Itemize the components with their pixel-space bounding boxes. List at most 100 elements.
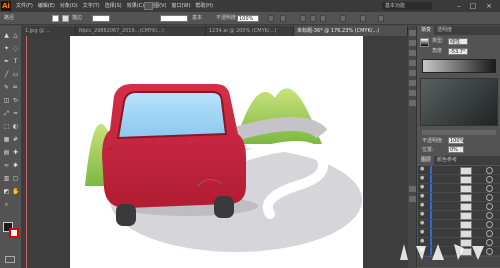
layer-row[interactable]: ● xyxy=(418,184,500,193)
target-icon[interactable] xyxy=(486,185,493,192)
gradient-stops-bar[interactable] xyxy=(422,130,496,135)
eye-icon[interactable]: ● xyxy=(420,221,426,226)
color-panel-icon[interactable] xyxy=(409,30,416,36)
paintbrush-tool-icon[interactable]: ✎ xyxy=(3,84,10,91)
scale-tool-icon[interactable]: ⤢ xyxy=(3,110,10,117)
recolor-icon[interactable] xyxy=(280,15,286,22)
eye-icon[interactable]: ● xyxy=(420,167,426,172)
tab-doc-active[interactable]: 未标题-36* @ 176.23% (CMYK/...) xyxy=(294,26,408,36)
gradient-slider[interactable] xyxy=(422,59,496,73)
tab-doc-3[interactable]: 1234.ai @ 200% (CMYK/...) xyxy=(206,26,294,36)
bridge-icon[interactable] xyxy=(144,2,153,10)
layer-row[interactable]: ● xyxy=(418,202,500,211)
target-icon[interactable] xyxy=(486,167,493,174)
hand-tool-icon[interactable]: ✋ xyxy=(12,188,19,195)
tab-doc-1[interactable]: 1.jpg @ ... xyxy=(22,26,76,36)
minimize-icon[interactable]: – xyxy=(454,1,464,11)
swatches-panel-icon[interactable] xyxy=(409,40,416,46)
magic-wand-tool-icon[interactable]: ✦ xyxy=(3,45,10,52)
slice-tool-icon[interactable]: ◩ xyxy=(3,188,10,195)
target-icon[interactable] xyxy=(486,212,493,219)
layer-row[interactable]: ● xyxy=(418,211,500,220)
arrange-icon[interactable] xyxy=(378,15,384,22)
brush-style-dropdown[interactable] xyxy=(160,15,188,22)
maximize-icon[interactable]: □ xyxy=(468,1,478,11)
line-tool-icon[interactable]: ╱ xyxy=(3,71,10,78)
menu-edit[interactable]: 编辑(E) xyxy=(38,0,55,12)
style-icon[interactable] xyxy=(268,15,274,22)
menu-file[interactable]: 文件(F) xyxy=(16,0,33,12)
eraser-tool-icon[interactable]: ◫ xyxy=(3,97,10,104)
eye-icon[interactable]: ● xyxy=(420,212,426,217)
stroke-panel-icon[interactable] xyxy=(409,70,416,76)
screen-mode-icon[interactable] xyxy=(5,256,15,263)
zoom-tool-icon[interactable]: ⌕ xyxy=(3,201,10,208)
layer-row[interactable]: ● xyxy=(418,166,500,175)
layers-panel-icon[interactable] xyxy=(409,186,416,192)
menu-help[interactable]: 帮助(H) xyxy=(195,0,213,12)
eye-icon[interactable]: ● xyxy=(420,176,426,181)
artboard-tool-icon[interactable]: ▢ xyxy=(12,175,19,182)
eyedropper-tool-icon[interactable]: ✚ xyxy=(12,149,19,156)
gradient-opacity-input[interactable]: 100% xyxy=(448,137,464,144)
eye-icon[interactable]: ● xyxy=(420,194,426,199)
shape-builder-tool-icon[interactable]: ◐ xyxy=(12,123,19,130)
menu-select[interactable]: 选择(S) xyxy=(105,0,122,12)
tab-gradient[interactable]: 渐变 xyxy=(418,26,435,35)
free-transform-tool-icon[interactable]: ⬚ xyxy=(3,123,10,130)
lasso-tool-icon[interactable]: ◌ xyxy=(12,45,19,52)
align-left-icon[interactable] xyxy=(300,15,306,22)
tab-transparency[interactable]: 透明度 xyxy=(434,26,455,35)
selection-tool-icon[interactable]: ▲ xyxy=(3,32,10,39)
fill-swatch[interactable] xyxy=(52,15,59,22)
eye-icon[interactable]: ● xyxy=(420,230,426,235)
menu-type[interactable]: 文字(T) xyxy=(83,0,100,12)
brushes-panel-icon[interactable] xyxy=(409,50,416,56)
target-icon[interactable] xyxy=(486,176,493,183)
symbol-sprayer-tool-icon[interactable]: ✱ xyxy=(12,162,19,169)
layer-row[interactable]: ● xyxy=(418,220,500,229)
gradient-thumbnail[interactable] xyxy=(420,38,429,47)
transform-icon[interactable] xyxy=(340,15,346,22)
align-center-icon[interactable] xyxy=(310,15,316,22)
stroke-weight-input[interactable] xyxy=(92,15,110,22)
artboard[interactable] xyxy=(70,36,363,268)
workspace-switcher[interactable]: 基本功能 xyxy=(382,2,432,10)
eye-icon[interactable]: ● xyxy=(420,185,426,190)
isolate-icon[interactable] xyxy=(360,15,366,22)
gradient-panel-icon[interactable] xyxy=(409,80,416,86)
menu-effect[interactable]: 效果(C) xyxy=(127,0,144,12)
pen-tool-icon[interactable]: ✒ xyxy=(3,58,10,65)
layer-row[interactable]: ● xyxy=(418,193,500,202)
rectangle-tool-icon[interactable]: ▭ xyxy=(12,71,19,78)
artboards-panel-icon[interactable] xyxy=(409,196,416,202)
appearance-panel-icon[interactable] xyxy=(409,100,416,106)
target-icon[interactable] xyxy=(486,221,493,228)
gradient-location-input[interactable]: 0% xyxy=(448,146,464,153)
close-icon[interactable]: × xyxy=(484,1,494,11)
eye-icon[interactable]: ● xyxy=(420,203,426,208)
direct-selection-tool-icon[interactable]: △ xyxy=(12,32,19,39)
layer-row[interactable]: ● xyxy=(418,175,500,184)
tab-doc-2[interactable]: Nipic_29862067_2019...(CMYK/...) xyxy=(76,26,206,36)
gradient-type-select[interactable]: 线性 xyxy=(448,38,468,45)
blend-tool-icon[interactable]: ∞ xyxy=(3,162,10,169)
rotate-tool-icon[interactable]: ↻ xyxy=(12,97,19,104)
target-icon[interactable] xyxy=(486,194,493,201)
pencil-tool-icon[interactable]: ✏ xyxy=(12,84,19,91)
canvas-area[interactable] xyxy=(22,36,408,268)
menu-object[interactable]: 对象(O) xyxy=(60,0,78,12)
target-icon[interactable] xyxy=(486,203,493,210)
stroke-swatch[interactable] xyxy=(62,15,69,22)
menu-window[interactable]: 窗口(W) xyxy=(171,0,190,12)
graph-tool-icon[interactable]: ▥ xyxy=(3,175,10,182)
stroke-color-swatch[interactable] xyxy=(9,228,19,238)
width-tool-icon[interactable]: ≈ xyxy=(12,110,19,117)
opacity-input[interactable]: 100% xyxy=(237,15,259,22)
gradient-tool-icon[interactable]: ▤ xyxy=(3,149,10,156)
type-tool-icon[interactable]: T xyxy=(12,58,19,65)
symbols-panel-icon[interactable] xyxy=(409,60,416,66)
align-right-icon[interactable] xyxy=(320,15,326,22)
tab-color-guide[interactable]: 颜色参考 xyxy=(434,156,460,165)
gradient-angle-input[interactable]: -53.7° xyxy=(448,48,468,55)
